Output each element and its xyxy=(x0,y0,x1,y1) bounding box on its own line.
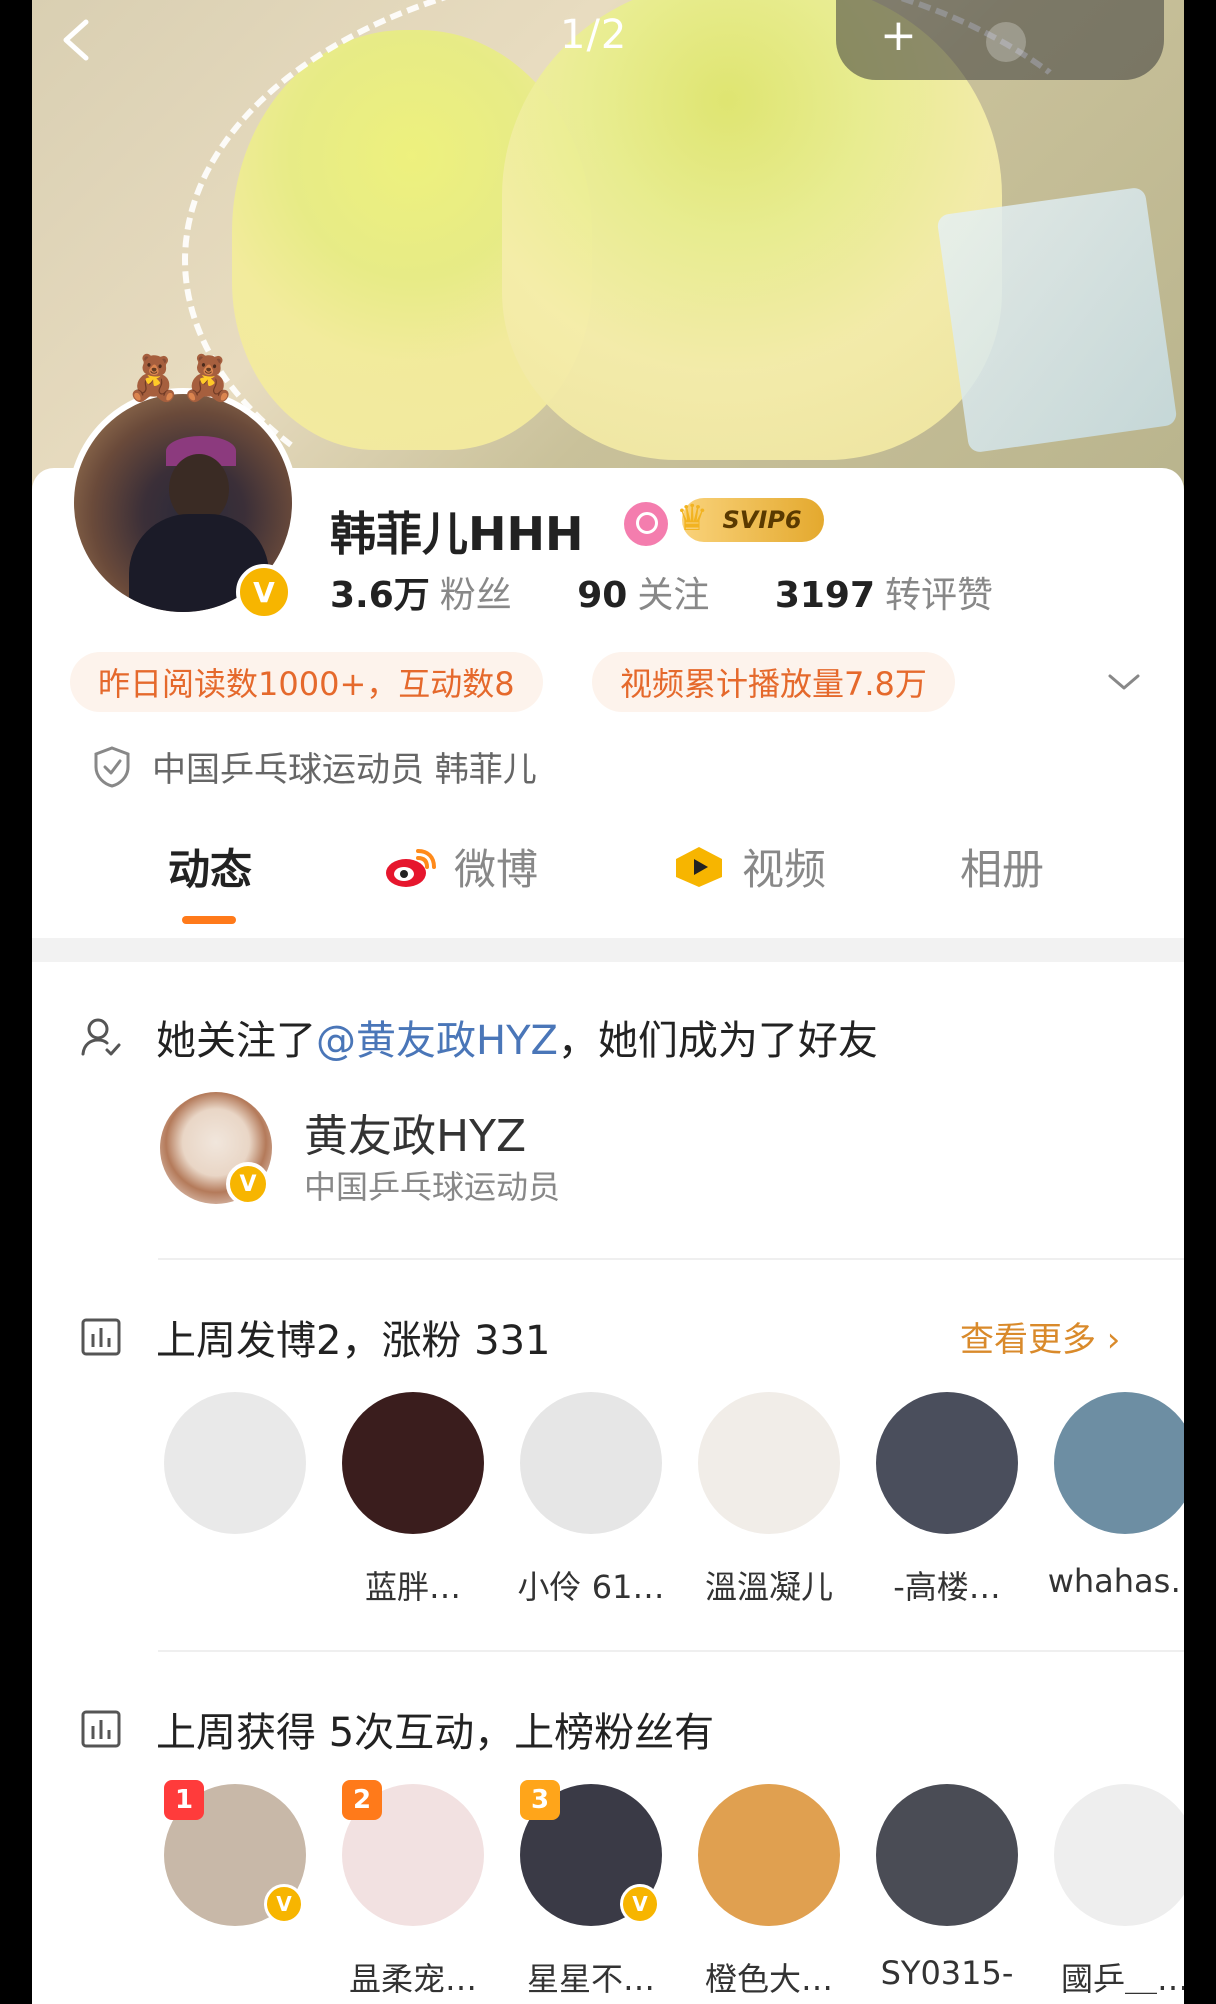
follow-event-suffix: ，她们成为了好友 xyxy=(557,1018,878,1064)
svip-badge[interactable]: SVIP6 xyxy=(676,498,824,542)
new-follower-avatar[interactable] xyxy=(876,1392,1018,1534)
follow-event-prefix: 她关注了 xyxy=(156,1018,316,1064)
chevron-down-icon[interactable] xyxy=(1106,668,1142,696)
new-follower-avatar[interactable] xyxy=(1054,1392,1196,1534)
top-fan-avatar[interactable] xyxy=(876,1784,1018,1926)
weekly-posts-row: 上周发博2，涨粉 331 xyxy=(80,1308,551,1366)
top-fan-avatar[interactable] xyxy=(1054,1784,1196,1926)
following-label: 关注 xyxy=(637,575,710,616)
following-count: 90 xyxy=(577,575,628,616)
top-fan-name[interactable]: 橙色大… xyxy=(689,1954,849,2000)
verified-badge-icon: V xyxy=(264,1884,304,1924)
bar-chart-icon xyxy=(81,1710,121,1748)
back-arrow-icon[interactable] xyxy=(56,18,100,62)
tab-video[interactable]: 视频 xyxy=(672,836,826,897)
view-more-label: 查看更多 xyxy=(960,1320,1096,1360)
divider xyxy=(158,1258,1184,1260)
profile-avatar[interactable]: V xyxy=(68,388,298,620)
profile-tabs: 动态 微博 视频 相册 xyxy=(32,836,1184,926)
tab-album-label: 相册 xyxy=(960,845,1045,894)
rank-badge: 3 xyxy=(520,1780,560,1820)
friend-name[interactable]: 黄友政HYZ xyxy=(304,1100,526,1164)
top-fan-name[interactable]: 國乒＿… xyxy=(1045,1954,1205,2000)
followers-count: 3.6万 xyxy=(330,575,430,616)
rank-badge: 2 xyxy=(342,1780,382,1820)
chevron-right-icon: › xyxy=(1096,1320,1121,1360)
bar-chart-icon xyxy=(81,1318,121,1356)
right-letterbox xyxy=(1184,0,1216,2004)
new-follower-name[interactable]: -高楼… xyxy=(867,1562,1027,1608)
new-follower-avatar[interactable] xyxy=(342,1392,484,1534)
avatar-sticker-icon: 🧸🧸 xyxy=(126,353,236,404)
new-follower-name[interactable]: whahas… xyxy=(1045,1562,1205,1600)
friend-description: 中国乒乓球运动员 xyxy=(304,1168,561,1206)
new-follower-name[interactable]: 小伶 61… xyxy=(511,1562,671,1608)
view-more-link[interactable]: 查看更多 › xyxy=(960,1312,1120,1361)
section-separator xyxy=(32,938,1184,962)
shield-check-icon xyxy=(94,745,130,788)
reads-tag[interactable]: 昨日阅读数1000+，互动数8 xyxy=(70,652,543,712)
tab-dynamics[interactable]: 动态 xyxy=(168,836,252,897)
certification-row: 中国乒乓球运动员 韩菲儿 xyxy=(92,742,537,791)
friend-avatar[interactable]: V xyxy=(160,1092,272,1206)
interactions-count: 3197 xyxy=(774,575,876,616)
tab-weibo-label: 微博 xyxy=(454,845,539,894)
weekly-posts-text: 上周发博2，涨粉 331 xyxy=(156,1318,551,1364)
top-fan-name[interactable]: 昷柔宠… xyxy=(333,1954,493,2000)
verified-badge-icon: V xyxy=(226,1162,270,1206)
video-plays-tag[interactable]: 视频累计播放量7.8万 xyxy=(592,652,955,712)
new-follower-avatar[interactable] xyxy=(520,1392,662,1534)
top-fan-name[interactable]: 星星不… xyxy=(511,1954,671,2000)
weekly-interactions-text: 上周获得 5次互动，上榜粉丝有 xyxy=(156,1710,715,1756)
top-action-pill: + xyxy=(836,0,1164,80)
tab-album[interactable]: 相册 xyxy=(960,836,1044,897)
weekly-interactions-row: 上周获得 5次互动，上榜粉丝有 xyxy=(80,1700,714,1758)
followers-label: 粉丝 xyxy=(439,575,512,616)
top-fan-name[interactable]: SY0315- xyxy=(867,1954,1027,1992)
profile-stats: 3.6万 粉丝 90 关注 3197 转评赞 xyxy=(330,566,1047,618)
interactions-stat[interactable]: 3197 转评赞 xyxy=(775,566,993,618)
video-icon xyxy=(676,846,722,887)
new-follower-name[interactable]: 蓝胖… xyxy=(333,1562,493,1608)
new-follower-name[interactable]: 溫溫凝儿 xyxy=(689,1562,849,1608)
tab-video-label: 视频 xyxy=(742,845,827,894)
female-gender-icon xyxy=(624,502,668,546)
tab-dynamics-label: 动态 xyxy=(168,845,253,894)
verified-badge-icon: V xyxy=(236,564,292,620)
tab-weibo[interactable]: 微博 xyxy=(384,836,538,897)
cover-page-counter: 1/2 xyxy=(560,12,628,58)
mention-link[interactable]: @黄友政HYZ xyxy=(316,1008,558,1066)
follow-event: 她关注了 @黄友政HYZ ，她们成为了好友 xyxy=(80,1008,878,1066)
add-icon[interactable]: + xyxy=(880,10,917,61)
verified-badge-icon: V xyxy=(620,1884,660,1924)
profile-name: 韩菲儿HHH xyxy=(330,507,584,561)
active-tab-indicator xyxy=(182,916,236,924)
rank-badge: 1 xyxy=(164,1780,204,1820)
certification-text: 中国乒乓球运动员 韩菲儿 xyxy=(152,750,537,790)
divider xyxy=(158,1650,1184,1652)
top-fan-avatar[interactable] xyxy=(698,1784,840,1926)
left-letterbox xyxy=(0,0,32,2004)
user-follow-icon xyxy=(81,1018,121,1056)
following-stat[interactable]: 90 关注 xyxy=(577,566,709,618)
weibo-icon xyxy=(386,848,436,887)
more-icon[interactable] xyxy=(986,22,1026,62)
new-follower-avatar[interactable] xyxy=(164,1392,306,1534)
interactions-label: 转评赞 xyxy=(885,575,994,616)
followers-stat[interactable]: 3.6万 粉丝 xyxy=(330,566,512,618)
new-follower-avatar[interactable] xyxy=(698,1392,840,1534)
